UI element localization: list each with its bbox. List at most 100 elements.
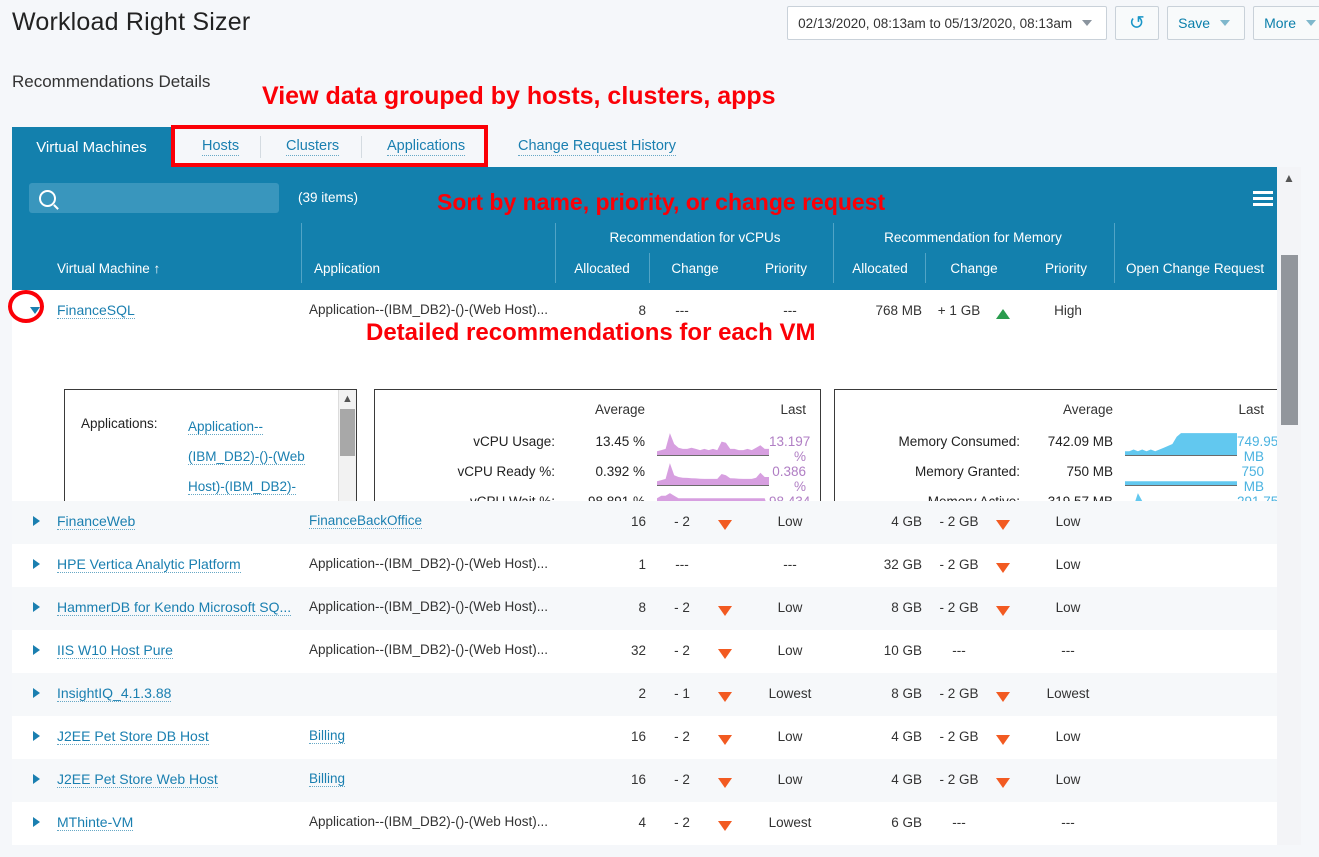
table-header: (39 items) Recommendation for vCPUs Reco…	[12, 167, 1289, 290]
cell-application[interactable]: Billing	[309, 771, 557, 787]
cell-cpu-change: ---	[675, 557, 689, 572]
table-row[interactable]: HammerDB for Kendo Microsoft SQ... Applic…	[12, 587, 1289, 631]
tab-change-request-history[interactable]: Change Request History	[518, 127, 676, 167]
hamburger-menu-icon[interactable]	[1253, 191, 1273, 206]
column-header-virtual-machine[interactable]: Virtual Machine ↑	[57, 253, 160, 283]
metric-last: 13.197 %	[769, 434, 811, 464]
column-average-label: Average	[1062, 402, 1113, 417]
save-label: Save	[1178, 15, 1211, 31]
page-title: Workload Right Sizer	[12, 8, 251, 36]
cell-mem-priority: Low	[1055, 729, 1081, 744]
cell-virtual-machine-link[interactable]: InsightIQ_4.1.3.88	[57, 685, 172, 702]
scrollbar-thumb[interactable]	[1281, 255, 1298, 425]
refresh-icon: ↻	[1129, 12, 1146, 34]
date-range-picker[interactable]: 02/13/2020, 08:13am to 05/13/2020, 08:13…	[787, 6, 1108, 40]
refresh-button[interactable]: ↻	[1115, 6, 1160, 40]
row-expander-icon[interactable]	[33, 774, 40, 784]
cell-virtual-machine-link[interactable]: MThinte-VM	[57, 814, 134, 831]
cell-application: Application--(IBM_DB2)-()-(Web Host)...	[309, 814, 549, 829]
mem-change-down-arrow-icon	[996, 692, 1010, 702]
cell-mem-allocated: 32 GB	[883, 557, 922, 572]
cell-mem-change: ---	[952, 815, 966, 830]
save-button[interactable]: Save	[1167, 6, 1246, 40]
cell-mem-priority: Low	[1055, 557, 1081, 572]
cell-cpu-allocated: 16	[630, 729, 646, 744]
items-count: (39 items)	[298, 190, 359, 205]
group-header-memory: Recommendation for Memory	[884, 229, 1062, 245]
metric-average: 0.392 %	[595, 464, 645, 479]
column-header-open-change-request[interactable]: Open Change Request	[1126, 253, 1264, 283]
row-expander-icon[interactable]	[33, 516, 40, 526]
annotation-sort: Sort by name, priority, or change reques…	[437, 189, 886, 215]
scrollbar-thumb[interactable]	[340, 409, 355, 456]
cell-cpu-priority: Low	[777, 772, 803, 787]
cell-cpu-priority: ---	[783, 303, 797, 318]
cell-virtual-machine-link[interactable]: FinanceSQL	[57, 302, 135, 319]
cell-virtual-machine-link[interactable]: J2EE Pet Store DB Host	[57, 728, 209, 745]
row-expander-icon[interactable]	[33, 731, 40, 741]
cell-virtual-machine-link[interactable]: IIS W10 Host Pure	[57, 642, 173, 659]
column-header-cpu-change[interactable]: Change	[654, 253, 736, 283]
table-row[interactable]: IIS W10 Host Pure Application--(IBM_DB2)-…	[12, 630, 1289, 674]
search-icon	[39, 189, 56, 207]
tab-virtual-machines[interactable]: Virtual Machines	[12, 127, 171, 167]
bottom-strip	[0, 845, 1319, 857]
table-row[interactable]: J2EE Pet Store DB Host Billing 16 - 2 Low 4 G…	[12, 716, 1289, 760]
section-subtitle: Recommendations Details	[12, 72, 211, 91]
table-row[interactable]: InsightIQ_4.1.3.88 2 - 1 Lowest 8 GB - 2 GB Lo…	[12, 673, 1289, 717]
column-average-label: Average	[594, 402, 645, 417]
annotation-circle-expander	[8, 290, 44, 323]
metric-sparkline	[657, 460, 769, 486]
metric-sparkline	[657, 430, 769, 456]
scroll-up-icon[interactable]: ▲	[339, 391, 356, 407]
cell-cpu-priority: ---	[783, 557, 797, 572]
cpu-change-down-arrow-icon	[718, 520, 732, 530]
column-header-application[interactable]: Application	[314, 253, 380, 283]
cell-mem-priority: Low	[1055, 600, 1081, 615]
scroll-up-icon[interactable]: ▲	[1277, 167, 1301, 189]
table-row[interactable]: HPE Vertica Analytic Platform Application…	[12, 544, 1289, 588]
cell-cpu-allocated: 16	[630, 514, 646, 529]
cell-virtual-machine-link[interactable]: J2EE Pet Store Web Host	[57, 771, 218, 788]
cell-application: Application--(IBM_DB2)-()-(Web Host)...	[309, 556, 549, 571]
cell-cpu-change: - 2	[674, 729, 690, 744]
metric-label: vCPU Ready %:	[457, 464, 555, 479]
metric-last: 749.95 MB	[1237, 434, 1279, 464]
toolbar: 02/13/2020, 08:13am to 05/13/2020, 08:13…	[787, 6, 1319, 42]
cell-cpu-priority: Low	[777, 729, 803, 744]
cell-cpu-priority: Low	[777, 514, 803, 529]
cell-cpu-priority: Low	[777, 600, 803, 615]
header-divider	[301, 223, 302, 283]
cell-virtual-machine-link[interactable]: HammerDB for Kendo Microsoft SQ...	[57, 599, 292, 616]
cell-cpu-allocated: 16	[630, 772, 646, 787]
row-expander-icon[interactable]	[33, 559, 40, 569]
header-divider	[555, 223, 556, 283]
search-input[interactable]	[29, 183, 279, 213]
annotation-box-tabs	[171, 125, 488, 167]
row-expander-icon[interactable]	[33, 817, 40, 827]
cell-application[interactable]: FinanceBackOffice	[309, 513, 557, 529]
cell-mem-allocated: 6 GB	[891, 815, 922, 830]
mem-change-down-arrow-icon	[996, 778, 1010, 788]
column-header-mem-allocated[interactable]: Allocated	[836, 253, 924, 283]
column-header-mem-priority[interactable]: Priority	[1022, 253, 1110, 283]
column-header-cpu-allocated[interactable]: Allocated	[558, 253, 646, 283]
cell-application[interactable]: Billing	[309, 728, 557, 744]
row-expander-icon[interactable]	[33, 688, 40, 698]
table-row[interactable]: J2EE Pet Store Web Host Billing 16 - 2 Low 4 …	[12, 759, 1289, 803]
menu-bar	[1253, 203, 1273, 206]
column-header-cpu-priority[interactable]: Priority	[742, 253, 830, 283]
cell-virtual-machine-link[interactable]: HPE Vertica Analytic Platform	[57, 556, 241, 573]
table-row[interactable]: MThinte-VM Application--(IBM_DB2)-()-(Web…	[12, 802, 1289, 846]
cell-mem-allocated: 4 GB	[891, 514, 922, 529]
table-scrollbar[interactable]: ▲	[1277, 167, 1301, 857]
group-header-vcpu: Recommendation for vCPUs	[609, 229, 781, 245]
column-last-label: Last	[780, 402, 806, 417]
more-button[interactable]: More	[1253, 6, 1319, 40]
table-row[interactable]: FinanceWeb FinanceBackOffice 16 - 2 Low 4 GB -…	[12, 501, 1289, 545]
row-expander-icon[interactable]	[33, 645, 40, 655]
cell-cpu-allocated: 2	[638, 686, 646, 701]
column-header-mem-change[interactable]: Change	[930, 253, 1018, 283]
cell-virtual-machine-link[interactable]: FinanceWeb	[57, 513, 136, 530]
row-expander-icon[interactable]	[33, 602, 40, 612]
